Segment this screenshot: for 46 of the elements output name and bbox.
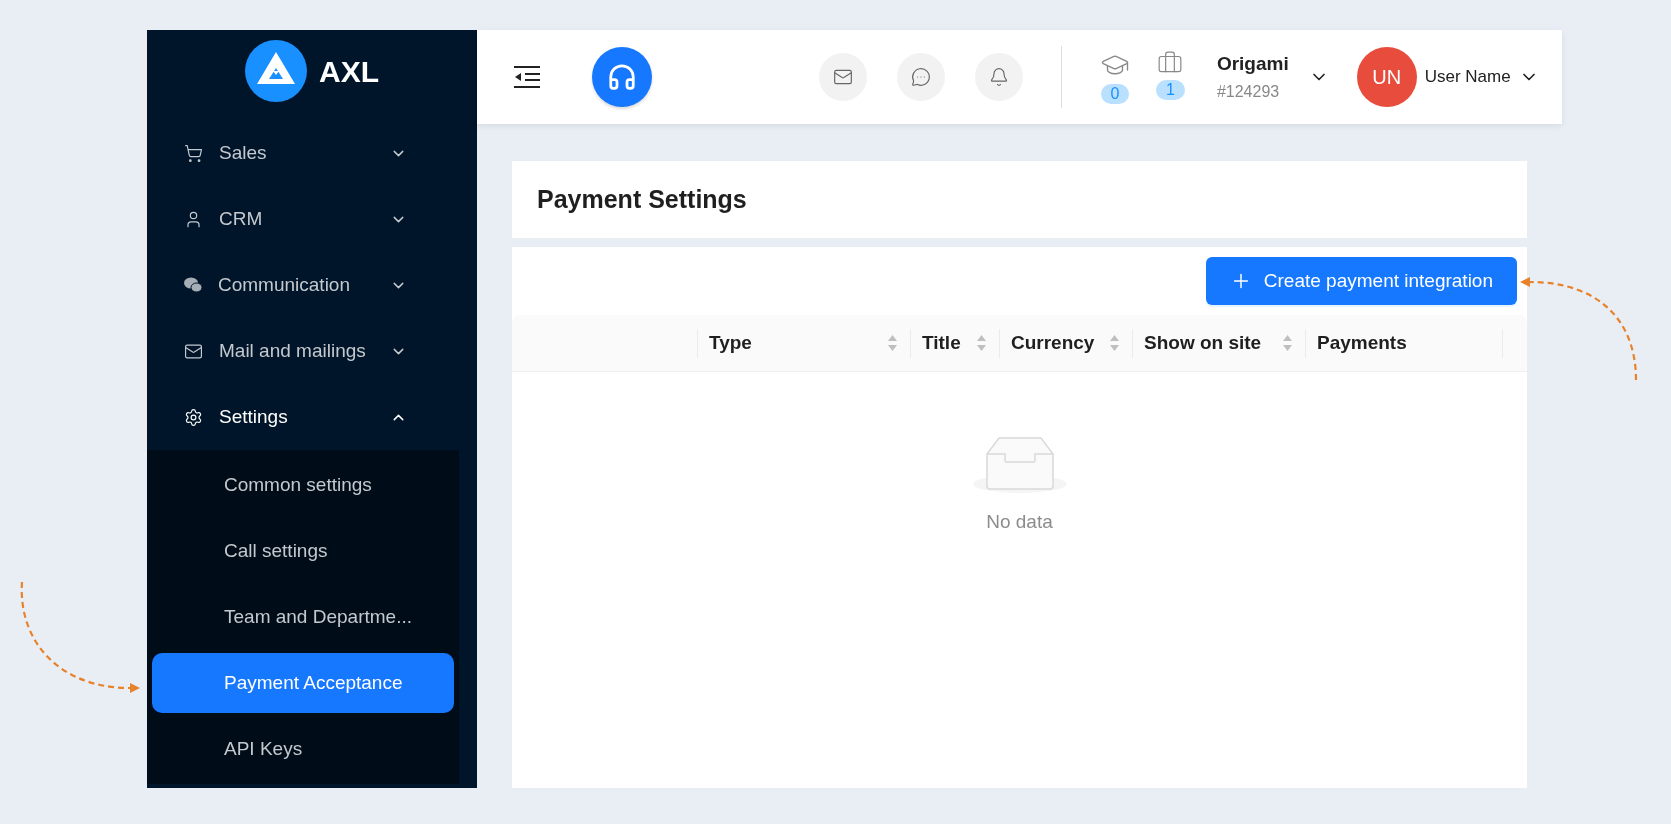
- submenu-item[interactable]: Call settings: [152, 521, 454, 581]
- page-title: Payment Settings: [537, 183, 747, 215]
- notifications-button[interactable]: [975, 53, 1023, 101]
- sort-icon[interactable]: [976, 333, 987, 353]
- headset-icon: [607, 62, 637, 92]
- submenu-item[interactable]: Common settings: [152, 455, 454, 515]
- empty-text: No data: [986, 510, 1053, 534]
- company-id: #124293: [1216, 82, 1280, 103]
- user-name: User Name: [1424, 66, 1511, 89]
- bell-icon: [989, 67, 1009, 87]
- menu-item[interactable]: CRM: [147, 186, 477, 252]
- triangle-logo-icon: [245, 40, 307, 102]
- sort-icon[interactable]: [887, 333, 898, 353]
- cart-icon: [184, 143, 203, 163]
- menu-collapse-icon[interactable]: [513, 65, 541, 89]
- mail-button[interactable]: [819, 53, 867, 101]
- empty-inbox-icon: [972, 434, 1067, 494]
- chat-bubbles-icon: [184, 277, 202, 293]
- create-button[interactable]: Create payment integration: [1205, 257, 1517, 305]
- chat-icon: [911, 67, 931, 87]
- submenu-item[interactable]: Payment Acceptance: [152, 653, 454, 713]
- column-header: Show on site: [1144, 330, 1263, 355]
- user-avatar: UN: [1356, 47, 1417, 107]
- column-header: Payments: [1317, 330, 1408, 355]
- gear-icon: [184, 407, 203, 427]
- headset-button[interactable]: [592, 47, 652, 107]
- user-menu[interactable]: UN User Name: [1356, 47, 1539, 107]
- envelope-icon: [833, 67, 853, 87]
- logo-text: AXL: [319, 53, 379, 90]
- company-switcher[interactable]: Origami #124293: [1216, 49, 1329, 105]
- column-header: Type: [709, 330, 753, 355]
- chat-button[interactable]: [897, 53, 945, 101]
- submenu-item[interactable]: API Keys: [152, 719, 454, 779]
- menu-item[interactable]: Sales: [147, 120, 477, 186]
- menu-item[interactable]: Communication: [147, 252, 477, 318]
- submenu-item[interactable]: Team and Departme...: [152, 587, 454, 647]
- column-header: Title: [922, 330, 962, 355]
- sort-icon[interactable]: [1282, 333, 1293, 353]
- user-icon: [184, 209, 203, 229]
- column-header: Currency: [1011, 330, 1096, 355]
- menu-item[interactable]: Settings: [147, 384, 477, 450]
- counter-badge: 0: [1100, 84, 1130, 104]
- counter-badge: 1: [1156, 80, 1185, 100]
- menu-item[interactable]: Mail and mailings: [147, 318, 477, 384]
- company-name: Origami: [1216, 51, 1289, 76]
- sort-icon[interactable]: [1109, 333, 1120, 353]
